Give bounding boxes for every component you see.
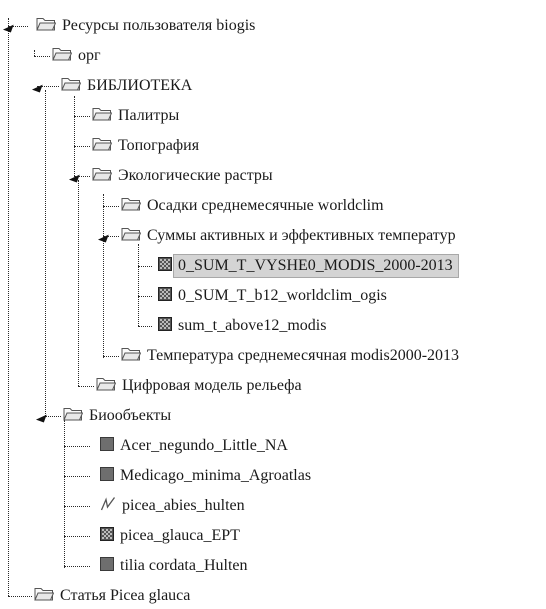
tree-node[interactable]: Цифровая модель рельефа — [96, 373, 302, 399]
folder-icon — [92, 106, 113, 126]
folder-icon — [92, 136, 113, 156]
tree-node-label: Экологические растры — [118, 167, 273, 184]
tree-node-label: орг — [78, 47, 101, 64]
tree-node[interactable]: Экологические растры — [92, 163, 273, 189]
collapse-arrow-icon[interactable]: ◢ — [2, 20, 14, 34]
tree-line — [103, 356, 119, 357]
collapse-arrow-icon[interactable]: ◢ — [97, 230, 109, 244]
tree-node[interactable]: БИБЛИОТЕКА — [61, 73, 192, 99]
folder-icon — [121, 226, 142, 246]
tree-line — [64, 536, 90, 537]
tree-node[interactable]: Биообъекты — [63, 403, 171, 429]
tree-line — [138, 296, 152, 297]
tree-node-label: Суммы активных и эффективных температур — [147, 227, 456, 244]
tree-line — [138, 266, 152, 267]
tree-line — [74, 146, 90, 147]
tree-node-label: Биообъекты — [89, 407, 172, 424]
tree-line — [78, 386, 94, 387]
tree-line — [138, 326, 152, 327]
tree-node[interactable]: Acer_negundo_Little_NA — [100, 433, 288, 459]
line-layer-icon — [100, 496, 116, 517]
tree-line — [138, 244, 139, 326]
raster-layer-icon — [158, 256, 172, 276]
tree-node-label: Статья Picea glauca — [60, 587, 191, 604]
tree-node[interactable]: Температура среднемесячная modis2000-201… — [121, 343, 459, 369]
tree-line — [8, 596, 32, 597]
tree-line — [64, 506, 90, 507]
tree-line — [34, 56, 50, 57]
tree-node[interactable]: Топография — [92, 133, 199, 159]
polygon-layer-icon — [100, 436, 114, 456]
tree-node-label: sum_t_above12_modis — [178, 317, 327, 334]
tree-node-label: Топография — [118, 137, 200, 154]
tree-line — [78, 180, 79, 386]
tree-node[interactable]: орг — [52, 43, 101, 69]
tree-node-label: picea_abies_hulten — [122, 497, 245, 514]
raster-layer-icon — [100, 526, 114, 546]
tree-node[interactable]: Суммы активных и эффективных температур — [121, 223, 456, 249]
tree-line — [45, 416, 61, 417]
tree-node-label: Ресурсы пользователя biogis — [62, 17, 256, 34]
polygon-layer-icon — [100, 556, 114, 576]
resource-tree: ◢ ◢ ◢ ◢ ◢ Ресурсы пользователя biogis ор… — [0, 0, 546, 606]
tree-node-label: 0_SUM_T_b12_worldclim_ogis — [178, 287, 387, 304]
tree-node[interactable]: Medicago_minima_Agroatlas — [100, 463, 311, 489]
collapse-arrow-icon[interactable]: ◢ — [35, 410, 47, 424]
tree-node[interactable]: Осадки среднемесячные worldclim — [121, 193, 384, 219]
tree-node-label: Acer_negundo_Little_NA — [120, 437, 288, 454]
tree-node[interactable]: picea_abies_hulten — [100, 493, 245, 519]
tree-node-label: Цифровая модель рельефа — [122, 377, 302, 394]
tree-node-label: Температура среднемесячная modis2000-201… — [147, 347, 460, 364]
tree-node[interactable]: sum_t_above12_modis — [158, 313, 326, 339]
folder-icon — [121, 346, 142, 366]
collapse-arrow-icon[interactable]: ◢ — [31, 80, 43, 94]
tree-line — [103, 194, 104, 358]
folder-icon — [121, 196, 142, 216]
tree-node[interactable]: 0_SUM_T_b12_worldclim_ogis — [158, 283, 387, 309]
tree-line — [64, 446, 90, 447]
folder-icon — [63, 406, 84, 426]
polygon-layer-icon — [100, 466, 114, 486]
tree-line — [64, 476, 90, 477]
tree-line — [8, 18, 9, 596]
folder-icon — [34, 586, 55, 606]
tree-node[interactable]: Статья Picea glauca — [34, 583, 190, 609]
raster-layer-icon — [158, 286, 172, 306]
tree-node[interactable]: tilia cordata_Hulten — [100, 553, 248, 579]
tree-node-label: 0_SUM_T_VYSHE0_MODIS_2000-2013 — [173, 254, 459, 278]
folder-icon — [52, 46, 73, 66]
tree-line — [74, 116, 90, 117]
tree-line — [103, 206, 119, 207]
tree-node-label: tilia cordata_Hulten — [120, 557, 248, 574]
tree-node-label: Осадки среднемесячные worldclim — [147, 197, 384, 214]
tree-line — [64, 566, 90, 567]
tree-line — [64, 420, 65, 568]
raster-layer-icon — [158, 316, 172, 336]
tree-node[interactable]: Палитры — [92, 103, 179, 129]
tree-node-label: БИБЛИОТЕКА — [87, 77, 193, 94]
folder-icon — [36, 16, 57, 36]
tree-line — [74, 96, 75, 176]
folder-icon — [61, 76, 82, 96]
tree-node-selected[interactable]: 0_SUM_T_VYSHE0_MODIS_2000-2013 — [158, 253, 459, 279]
folder-icon — [92, 166, 113, 186]
tree-line — [45, 90, 46, 416]
tree-node-label: picea_glauca_EPT — [120, 527, 240, 544]
tree-node-root[interactable]: Ресурсы пользователя biogis — [36, 13, 255, 39]
tree-node[interactable]: picea_glauca_EPT — [100, 523, 240, 549]
tree-node-label: Medicago_minima_Agroatlas — [120, 467, 312, 484]
tree-node-label: Палитры — [118, 107, 180, 124]
folder-icon — [96, 376, 117, 396]
